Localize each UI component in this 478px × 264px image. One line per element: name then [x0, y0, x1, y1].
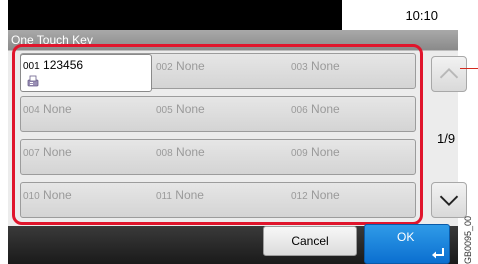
- chevron-down-icon: [439, 195, 459, 207]
- ok-label: OK: [397, 230, 415, 244]
- enter-icon: [432, 248, 444, 259]
- ok-button[interactable]: OK: [364, 224, 450, 264]
- scroll-up-button[interactable]: [431, 56, 467, 92]
- scroll-down-button[interactable]: [431, 182, 467, 218]
- status-message-area: [8, 0, 342, 30]
- document-code: GB0095_00: [463, 215, 473, 264]
- key-group-highlight: [12, 44, 423, 225]
- page-indicator: 1/9: [437, 131, 456, 146]
- clock: 10:10: [405, 8, 438, 23]
- chevron-up-icon: [439, 67, 459, 79]
- callout-leader-line: [460, 68, 478, 69]
- panel-screen: 10:10 One Touch Key 002 None 003 None 00…: [8, 0, 467, 264]
- cancel-button[interactable]: Cancel: [263, 226, 357, 256]
- status-bar: 10:10: [8, 0, 458, 30]
